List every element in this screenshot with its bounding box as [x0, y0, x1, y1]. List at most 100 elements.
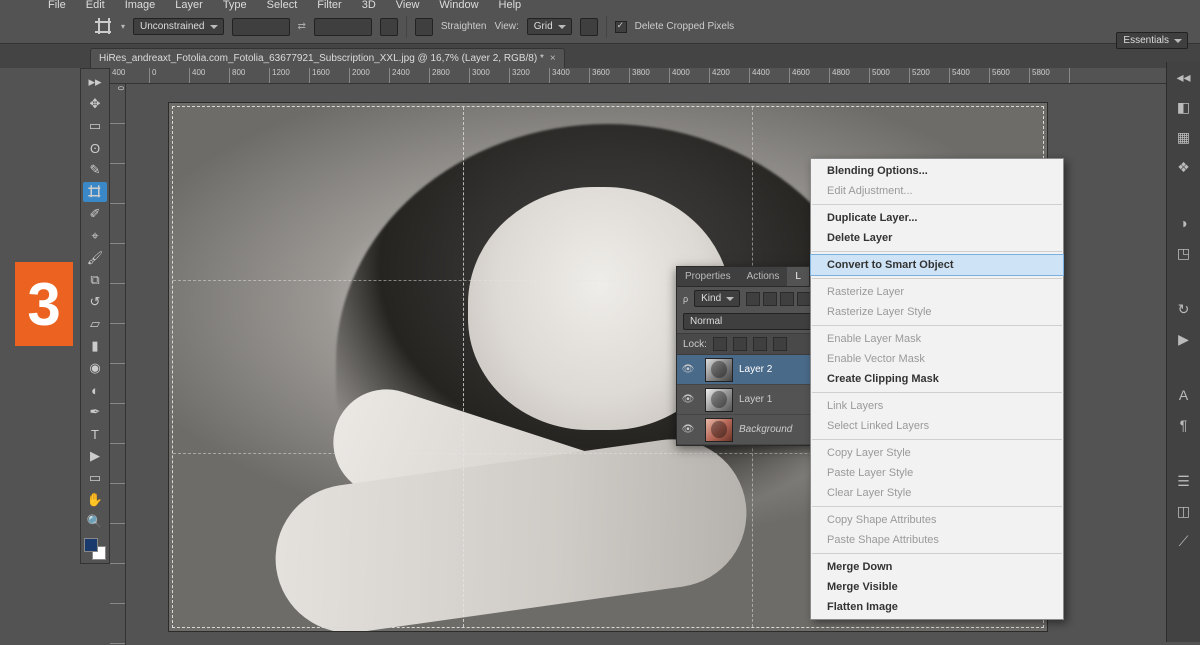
actions-panel-icon[interactable]: ▶ [1173, 328, 1195, 350]
close-tab-icon[interactable]: × [550, 53, 556, 64]
filter-type-icon[interactable] [780, 292, 794, 306]
eraser-tool[interactable]: ▱ [83, 314, 107, 334]
character-panel-icon[interactable]: A [1173, 384, 1195, 406]
view-dropdown[interactable]: Grid [527, 18, 572, 35]
layer-thumbnail[interactable] [705, 418, 733, 442]
lock-label: Lock: [683, 339, 707, 350]
menu-help[interactable]: Help [491, 0, 530, 13]
tab-actions[interactable]: Actions [739, 267, 788, 286]
lasso-tool[interactable]: ʘ [83, 138, 107, 158]
styles-panel-icon[interactable]: ❖ [1173, 156, 1195, 178]
context-menu-item: Paste Shape Attributes [811, 530, 1063, 550]
layers-panel-icon[interactable]: ☰ [1173, 470, 1195, 492]
clear-button[interactable] [380, 18, 398, 36]
context-menu-item: Rasterize Layer Style [811, 302, 1063, 322]
menu-separator [812, 251, 1062, 252]
context-menu-item[interactable]: Delete Layer [811, 228, 1063, 248]
healing-tool[interactable]: ⌖ [83, 226, 107, 246]
tab-toggle-icon[interactable]: ▸▸ [83, 72, 107, 92]
paragraph-panel-icon[interactable]: ¶ [1173, 414, 1195, 436]
move-tool[interactable]: ✥ [83, 94, 107, 114]
swatches-panel-icon[interactable]: ▦ [1173, 126, 1195, 148]
width-input[interactable] [232, 18, 290, 36]
brush-tool[interactable]: 🖌 [83, 248, 107, 268]
step-badge: 3 [15, 262, 73, 346]
color-panel-icon[interactable]: ◧ [1173, 96, 1195, 118]
history-brush-tool[interactable]: ↺ [83, 292, 107, 312]
menu-3d[interactable]: 3D [354, 0, 384, 13]
right-panel-strip: ◂◂ ◧ ▦ ❖ ◑ ◳ ↻ ▶ A ¶ ☰ ◫ ⟋ [1166, 62, 1200, 642]
context-menu-item[interactable]: Blending Options... [811, 161, 1063, 181]
path-select-tool[interactable]: ▶ [83, 446, 107, 466]
layer-thumbnail[interactable] [705, 358, 733, 382]
menu-select[interactable]: Select [259, 0, 306, 13]
lock-transparency-icon[interactable] [713, 337, 727, 351]
tab-properties[interactable]: Properties [677, 267, 739, 286]
context-menu-item[interactable]: Flatten Image [811, 597, 1063, 617]
history-panel-icon[interactable]: ↻ [1173, 298, 1195, 320]
gradient-tool[interactable]: ▮ [83, 336, 107, 356]
lock-all-icon[interactable] [773, 337, 787, 351]
delete-cropped-checkbox[interactable] [615, 21, 627, 33]
main-menu-bar: File Edit Image Layer Type Select Filter… [0, 0, 1200, 10]
lock-pixels-icon[interactable] [733, 337, 747, 351]
horizontal-ruler: 4000400800120016002000240028003000320034… [110, 68, 1166, 84]
quick-select-tool[interactable]: ✎ [83, 160, 107, 180]
context-menu-item[interactable]: Duplicate Layer... [811, 208, 1063, 228]
blur-tool[interactable]: ◉ [83, 358, 107, 378]
shape-tool[interactable]: ▭ [83, 468, 107, 488]
stamp-tool[interactable]: ⧉ [83, 270, 107, 290]
crop-tool[interactable] [83, 182, 107, 202]
view-label: View: [494, 21, 518, 32]
context-menu-item: Copy Shape Attributes [811, 510, 1063, 530]
height-input[interactable] [314, 18, 372, 36]
dodge-tool[interactable]: ◐ [83, 380, 107, 400]
straighten-icon[interactable] [415, 18, 433, 36]
channels-panel-icon[interactable]: ◫ [1173, 500, 1195, 522]
menu-filter[interactable]: Filter [309, 0, 349, 13]
swap-dimensions-icon[interactable]: ⇄ [298, 21, 306, 32]
menu-file[interactable]: File [40, 0, 74, 13]
marquee-tool[interactable]: ▭ [83, 116, 107, 136]
eyedropper-tool[interactable]: ✐ [83, 204, 107, 224]
delete-cropped-label: Delete Cropped Pixels [635, 21, 735, 32]
filter-pixel-icon[interactable] [746, 292, 760, 306]
menu-separator [812, 278, 1062, 279]
menu-image[interactable]: Image [117, 0, 164, 13]
workspace-dropdown[interactable]: Essentials [1116, 32, 1188, 49]
visibility-eye-icon[interactable]: 👁 [677, 394, 699, 405]
context-menu-item[interactable]: Merge Visible [811, 577, 1063, 597]
layer-thumbnail[interactable] [705, 388, 733, 412]
menu-separator [812, 439, 1062, 440]
type-tool[interactable]: T [83, 424, 107, 444]
context-menu-item[interactable]: Convert to Smart Object [811, 255, 1063, 275]
hand-tool[interactable]: ✋ [83, 490, 107, 510]
masks-panel-icon[interactable]: ◳ [1173, 242, 1195, 264]
menu-separator [812, 506, 1062, 507]
settings-gear-icon[interactable] [580, 18, 598, 36]
pen-tool[interactable]: ✒ [83, 402, 107, 422]
menu-edit[interactable]: Edit [78, 0, 113, 13]
menu-view[interactable]: View [388, 0, 428, 13]
crop-tool-icon [95, 18, 113, 36]
context-menu-item[interactable]: Create Clipping Mask [811, 369, 1063, 389]
constrain-dropdown[interactable]: Unconstrained [133, 18, 223, 35]
context-menu-item: Clear Layer Style [811, 483, 1063, 503]
document-tab[interactable]: HiRes_andreaxt_Fotolia.com_Fotolia_63677… [90, 48, 565, 68]
filter-adjust-icon[interactable] [763, 292, 777, 306]
expand-icon[interactable]: ◂◂ [1173, 66, 1195, 88]
visibility-eye-icon[interactable]: 👁 [677, 424, 699, 435]
context-menu-item[interactable]: Merge Down [811, 557, 1063, 577]
visibility-eye-icon[interactable]: 👁 [677, 364, 699, 375]
tab-layers[interactable]: L [787, 267, 810, 286]
document-title: HiRes_andreaxt_Fotolia.com_Fotolia_63677… [99, 53, 544, 64]
menu-layer[interactable]: Layer [167, 0, 211, 13]
menu-window[interactable]: Window [431, 0, 486, 13]
lock-position-icon[interactable] [753, 337, 767, 351]
color-swatch[interactable] [84, 538, 106, 560]
kind-filter-dropdown[interactable]: Kind [694, 290, 740, 307]
paths-panel-icon[interactable]: ⟋ [1173, 530, 1195, 552]
menu-type[interactable]: Type [215, 0, 255, 13]
adjustments-panel-icon[interactable]: ◑ [1173, 212, 1195, 234]
zoom-tool[interactable]: 🔍 [83, 512, 107, 532]
